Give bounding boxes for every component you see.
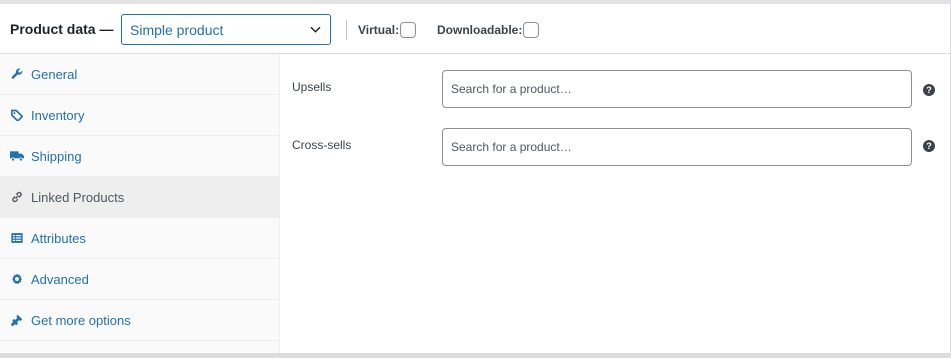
header-divider [346, 20, 347, 40]
virtual-label: Virtual: [358, 23, 400, 37]
tab-advanced[interactable]: Advanced [0, 259, 279, 300]
downloadable-label: Downloadable: [437, 23, 523, 37]
virtual-option[interactable]: Virtual: [358, 22, 417, 38]
tab-attributes-label: Attributes [31, 230, 86, 246]
truck-icon [10, 149, 24, 163]
gear-icon [10, 272, 24, 286]
tab-shipping[interactable]: Shipping [0, 136, 279, 177]
tab-linked-products[interactable]: Linked Products [0, 177, 279, 218]
panel-bottom-edge [0, 353, 951, 358]
product-type-select[interactable]: Simple product [121, 14, 331, 45]
tab-inventory[interactable]: Inventory [0, 95, 279, 136]
tab-inventory-label: Inventory [31, 107, 85, 123]
tab-attributes[interactable]: Attributes [0, 218, 279, 259]
chevron-down-icon [310, 26, 321, 33]
crosssells-help-icon[interactable]: ? [923, 140, 935, 152]
tab-advanced-label: Advanced [31, 271, 89, 287]
wrench-icon [10, 67, 24, 81]
product-data-title: Product data — [10, 20, 114, 37]
tag-icon [10, 108, 24, 122]
downloadable-checkbox[interactable] [523, 22, 540, 38]
downloadable-option[interactable]: Downloadable: [437, 22, 540, 38]
product-data-header: Product data — Simple product Virtual: D… [0, 4, 950, 54]
product-type-value: Simple product [130, 21, 224, 38]
upsells-help-icon[interactable]: ? [923, 84, 935, 96]
upsells-search-input[interactable] [442, 70, 912, 108]
tab-get-more-options[interactable]: Get more options [0, 300, 279, 341]
virtual-checkbox[interactable] [400, 22, 417, 38]
upsells-label: Upsells [292, 80, 332, 94]
linked-products-panel: Upsells ? Cross-sells ? [281, 54, 950, 353]
product-data-panel: Product data — Simple product Virtual: D… [0, 0, 951, 353]
product-data-tabs: General Inventory Shipping Linked Produc… [0, 54, 280, 353]
plugin-icon [10, 313, 24, 327]
tab-general-label: General [31, 66, 78, 82]
list-icon [10, 231, 24, 245]
crosssells-label: Cross-sells [292, 138, 352, 152]
tab-general[interactable]: General [0, 54, 279, 95]
crosssells-search-input[interactable] [442, 128, 912, 166]
tab-linked-products-label: Linked Products [31, 189, 125, 205]
tab-get-more-options-label: Get more options [31, 312, 131, 328]
tab-shipping-label: Shipping [31, 148, 82, 164]
link-icon [10, 190, 24, 204]
